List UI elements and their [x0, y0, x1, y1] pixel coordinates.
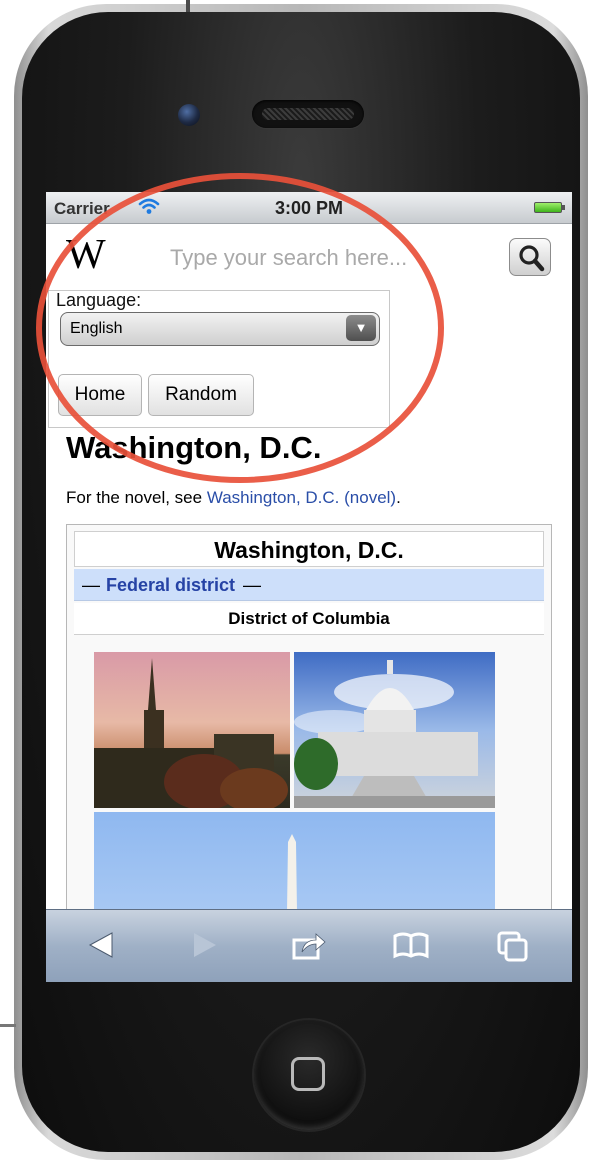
annotation-circle [36, 173, 444, 483]
